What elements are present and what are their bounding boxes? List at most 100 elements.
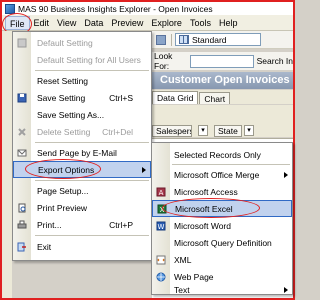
- menu-item-save-setting-as[interactable]: Save Setting As...: [13, 106, 151, 123]
- save-icon: [17, 93, 27, 102]
- menu-preview[interactable]: Preview: [107, 16, 147, 30]
- menu-view[interactable]: View: [53, 16, 80, 30]
- filter-salesperson-dropdown[interactable]: ▾: [198, 125, 208, 136]
- menu-item-export-options[interactable]: Export Options: [13, 161, 151, 178]
- menu-item-label: Default Setting: [37, 37, 93, 48]
- menu-item-label: Selected Records Only: [174, 149, 261, 160]
- menu-tools[interactable]: Tools: [186, 16, 215, 30]
- menu-item-xml[interactable]: XML: [152, 251, 292, 268]
- menu-file-label: File: [10, 18, 25, 29]
- menu-item-save-setting[interactable]: Save Setting Ctrl+S: [13, 89, 151, 106]
- menu-data-label: Data: [84, 17, 104, 28]
- menu-preview-label: Preview: [111, 17, 144, 28]
- menu-item-reset-setting[interactable]: Reset Setting: [13, 72, 151, 89]
- email-icon: [17, 149, 27, 156]
- menu-item-shortcut: Ctrl+P: [109, 219, 133, 230]
- menu-edit[interactable]: Edit: [30, 16, 54, 30]
- print-icon: [17, 220, 27, 228]
- view-title: Customer Open Invoices: [152, 72, 293, 89]
- word-icon: W: [156, 221, 166, 231]
- menu-explore[interactable]: Explore: [147, 16, 186, 30]
- menu-item-label: Delete Setting: [37, 126, 91, 137]
- menu-item-label: Save Setting As...: [37, 109, 105, 120]
- menu-item-label: Page Setup...: [37, 185, 89, 196]
- view-tabs: Data Grid Chart: [152, 90, 293, 104]
- layout-select[interactable]: Standard: [175, 33, 261, 46]
- app-icon: [5, 3, 15, 14]
- menu-separator: [35, 235, 149, 236]
- menu-file[interactable]: File: [2, 12, 32, 35]
- menu-item-label: Export Options: [38, 164, 95, 175]
- menu-item-label: Text: [174, 284, 190, 295]
- print-preview-icon: [18, 203, 26, 212]
- look-for-input[interactable]: [190, 54, 254, 68]
- menu-item-label: Microsoft Access: [174, 186, 238, 197]
- menu-separator: [35, 70, 149, 71]
- menu-item-microsoft-excel[interactable]: X Microsoft Excel: [152, 200, 292, 217]
- menu-item-label: Print Preview: [37, 202, 88, 213]
- left-panel-strip: [2, 31, 12, 298]
- grid-layout-icon: [179, 35, 189, 44]
- menu-explore-label: Explore: [151, 17, 182, 28]
- toolbar: Standard: [152, 31, 293, 49]
- menu-item-shortcut: Ctrl+Del: [102, 126, 133, 137]
- filter-salesperson[interactable]: Salesperson: [152, 125, 192, 137]
- delete-icon: [18, 127, 26, 136]
- file-menu: Default Setting Default Setting for All …: [12, 31, 152, 261]
- save-default-icon: [17, 38, 27, 47]
- menu-item-default-setting-all-users[interactable]: Default Setting for All Users: [13, 51, 151, 68]
- menu-item-print[interactable]: Print... Ctrl+P: [13, 216, 151, 233]
- submenu-arrow-icon: [284, 171, 288, 178]
- menu-item-label: Microsoft Query Definition: [174, 237, 272, 248]
- menu-item-delete-setting[interactable]: Delete Setting Ctrl+Del: [13, 123, 151, 140]
- menu-item-label: Send Page by E-Mail: [37, 147, 117, 158]
- export-options-submenu: Selected Records Only Microsoft Office M…: [151, 142, 293, 295]
- excel-icon: X: [157, 204, 167, 214]
- menu-item-page-setup[interactable]: Page Setup...: [13, 182, 151, 199]
- svg-text:X: X: [160, 206, 165, 214]
- menu-separator: [35, 180, 149, 181]
- menu-item-print-preview[interactable]: Print Preview: [13, 199, 151, 216]
- submenu-arrow-icon: [284, 286, 288, 293]
- menu-item-microsoft-access[interactable]: A Microsoft Access: [152, 183, 292, 200]
- svg-text:W: W: [158, 223, 165, 231]
- menu-item-selected-records-only[interactable]: Selected Records Only: [152, 146, 292, 163]
- menu-item-label: Web Page: [174, 271, 214, 282]
- toolbar-icon[interactable]: [156, 34, 166, 45]
- menu-edit-label: Edit: [33, 17, 50, 28]
- window-title: MAS 90 Business Insights Explorer - Open…: [18, 3, 213, 14]
- tab-chart[interactable]: Chart: [199, 92, 231, 104]
- filter-state[interactable]: State: [214, 125, 242, 137]
- menu-item-label: Microsoft Office Merge: [174, 169, 260, 180]
- menu-item-microsoft-word[interactable]: W Microsoft Word: [152, 217, 292, 234]
- menu-item-send-page-email[interactable]: Send Page by E-Mail: [13, 144, 151, 161]
- svg-text:A: A: [159, 189, 164, 197]
- menu-item-query-definition[interactable]: Microsoft Query Definition: [152, 234, 292, 251]
- menu-item-label: Save Setting: [37, 92, 86, 103]
- filter-state-dropdown[interactable]: ▾: [244, 125, 254, 136]
- menu-item-label: XML: [174, 254, 192, 265]
- menu-item-office-merge[interactable]: Microsoft Office Merge: [152, 166, 292, 183]
- menu-separator: [172, 164, 290, 165]
- menu-bar: File Edit View Data Preview Explore Tool…: [2, 12, 293, 35]
- menu-help-label: Help: [218, 17, 238, 28]
- menu-item-label: Microsoft Excel: [175, 203, 233, 214]
- menu-item-exit[interactable]: Exit: [13, 238, 151, 255]
- menu-item-label: Print...: [37, 219, 62, 230]
- submenu-arrow-icon: [142, 166, 146, 173]
- menu-item-text[interactable]: Text: [152, 281, 292, 298]
- tab-data-grid[interactable]: Data Grid: [152, 91, 199, 104]
- menu-item-label: Microsoft Word: [174, 220, 231, 231]
- menu-data[interactable]: Data: [80, 16, 107, 30]
- menu-help[interactable]: Help: [215, 16, 242, 30]
- web-page-icon: [156, 272, 166, 281]
- menu-item-label: Reset Setting: [37, 75, 89, 86]
- menu-item-default-setting[interactable]: Default Setting: [13, 34, 151, 51]
- search-in-label: Search In: [256, 56, 293, 66]
- menu-item-shortcut: Ctrl+S: [109, 92, 133, 103]
- menu-item-label: Default Setting for All Users: [37, 54, 141, 65]
- layout-select-value: Standard: [192, 34, 227, 45]
- title-bar: MAS 90 Business Insights Explorer - Open…: [2, 2, 293, 15]
- filter-row: Salesperson ▾ State ▾: [152, 105, 293, 137]
- toolbar-separator: [171, 33, 172, 46]
